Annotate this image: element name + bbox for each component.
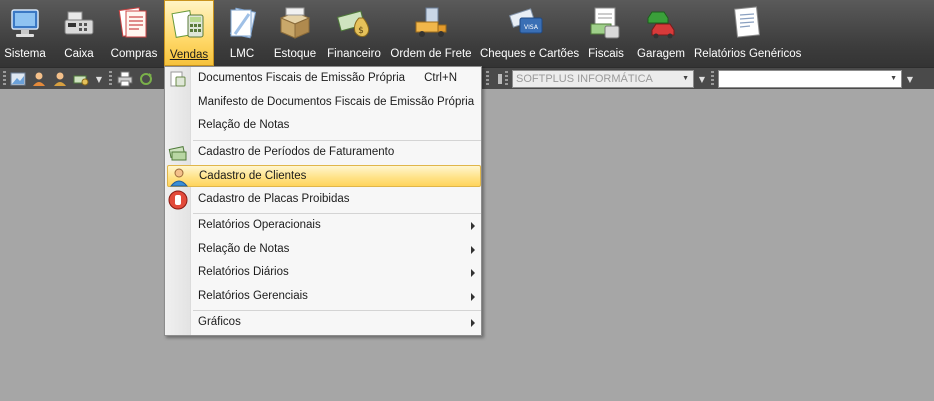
ribbon-financeiro[interactable]: $ Financeiro [326,0,382,66]
ribbon-estoque[interactable]: Estoque [270,0,320,66]
ribbon-relatorios-genericos[interactable]: Relatórios Genéricos [694,0,802,66]
ribbon-label: Compras [110,48,158,60]
menu-item-manifesto[interactable]: Manifesto de Documentos Fiscais de Emiss… [167,92,481,114]
stop-hand-icon [168,190,188,210]
money-bag-icon: $ [335,4,373,42]
toolbar-grip[interactable] [505,71,508,87]
ribbon-label: LMC [229,48,255,60]
refresh-icon[interactable] [138,71,154,87]
menu-item-relatorios-operacionais[interactable]: Relatórios Operacionais [167,215,481,237]
vendas-menu: Documentos Fiscais de Emissão Própria Ct… [164,66,482,336]
ribbon-label: Fiscais [588,48,624,60]
fiscal-doc-icon [168,69,188,89]
chevron-down-icon[interactable]: ▼ [890,71,897,87]
company-combo-value: SOFTPLUS INFORMÁTICA [516,73,653,85]
ribbon-sistema[interactable]: Sistema [2,0,48,66]
printer-icon[interactable] [117,71,133,87]
submenu-arrow-icon [471,319,475,327]
menu-item-label: Cadastro de Clientes [199,170,307,182]
submenu-arrow-icon [471,222,475,230]
toolbar-grip[interactable] [711,71,714,87]
ribbon-cheques-e-cartoes[interactable]: VISA Cheques e Cartões [480,0,580,66]
toolbar-overflow-icon[interactable]: ▼ [698,73,706,87]
menu-item-label: Gráficos [198,316,241,328]
search-combo[interactable]: ▼ [718,70,902,88]
ribbon-label: Financeiro [327,48,381,60]
cash-register-icon [60,4,98,42]
svg-text:$: $ [358,26,364,36]
ribbon-label: Vendas [169,49,209,61]
toolbar-overflow-icon[interactable]: ▼ [95,73,103,87]
menu-item-relatorios-diarios[interactable]: Relatórios Diários [167,262,481,284]
menu-item-relatorios-gerenciais[interactable]: Relatórios Gerenciais [167,286,481,308]
submenu-arrow-icon [471,269,475,277]
ribbon-label: Garagem [637,48,685,60]
ribbon-label: Ordem de Frete [390,48,472,60]
sales-calculator-icon [170,5,208,43]
menu-separator [193,140,481,141]
toolbar-grip[interactable] [109,71,112,87]
ribbon-fiscais[interactable]: Fiscais [584,0,628,66]
user-group-icon[interactable] [52,71,68,87]
toolbar-grip[interactable] [3,71,6,87]
ribbon-garagem[interactable]: Garagem [634,0,688,66]
ribbon-label: Estoque [273,48,317,60]
ribbon-caixa[interactable]: Caixa [57,0,101,66]
truck-icon [412,4,450,42]
money-stack-icon [168,143,188,163]
menu-item-label: Relatórios Operacionais [198,219,321,231]
menu-item-label: Relação de Notas [198,119,290,131]
cars-icon [642,4,680,42]
submenu-arrow-icon [471,246,475,254]
menu-item-relacao-de-notas[interactable]: Relação de Notas [167,115,481,137]
main-ribbon: Sistema Caixa Compras Vendas LMC Estoque… [0,0,934,67]
client-icon [169,167,189,187]
menu-item-label: Relatórios Diários [198,266,289,278]
purchases-icon [115,4,153,42]
ribbon-label: Sistema [4,48,46,60]
ribbon-label: Relatórios Genéricos [694,48,802,60]
ribbon-ordem-de-frete[interactable]: Ordem de Frete [390,0,472,66]
tax-document-icon [587,4,625,42]
menu-item-label: Documentos Fiscais de Emissão Própria [198,72,406,84]
menu-item-periodos-faturamento[interactable]: Cadastro de Períodos de Faturamento [167,142,481,164]
menu-item-placas-proibidas[interactable]: Cadastro de Placas Proibidas [167,189,481,211]
card-icon: VISA [508,4,546,42]
toolbar-overflow-icon[interactable]: ▼ [906,73,914,87]
chevron-down-icon[interactable]: ▼ [682,71,689,87]
ribbon-label: Cheques e Cartões [480,48,580,60]
document-icon [223,4,261,42]
menu-item-cadastro-de-clientes[interactable]: Cadastro de Clientes [167,165,481,187]
menu-item-label: Relatórios Gerenciais [198,290,308,302]
menu-item-documentos-fiscais[interactable]: Documentos Fiscais de Emissão Própria Ct… [167,68,481,90]
ribbon-vendas[interactable]: Vendas [164,0,214,66]
ribbon-label: Caixa [64,48,94,60]
submenu-arrow-icon [471,293,475,301]
report-icon [727,4,765,42]
ribbon-compras[interactable]: Compras [109,0,159,66]
toolbar-grip[interactable] [486,71,489,87]
menu-item-label: Manifesto de Documentos Fiscais de Emiss… [198,96,475,108]
box-icon [276,4,314,42]
menu-item-label: Relação de Notas [198,243,290,255]
menu-item-label: Cadastro de Placas Proibidas [198,193,350,205]
computer-icon [6,4,44,42]
svg-text:VISA: VISA [524,24,539,31]
cash-icon[interactable] [73,71,89,87]
menu-item-graficos[interactable]: Gráficos [167,312,481,334]
company-combo[interactable]: SOFTPLUS INFORMÁTICA ▼ [512,70,694,88]
user-icon[interactable] [31,71,47,87]
menu-item-label: Cadastro de Períodos de Faturamento [198,146,395,158]
image-icon[interactable] [10,71,26,87]
menu-separator [193,310,481,311]
ribbon-lmc[interactable]: LMC [222,0,262,66]
menu-item-relacao-de-notas-sub[interactable]: Relação de Notas [167,239,481,261]
menu-item-shortcut: Ctrl+N [424,72,457,84]
menu-separator [193,213,481,214]
